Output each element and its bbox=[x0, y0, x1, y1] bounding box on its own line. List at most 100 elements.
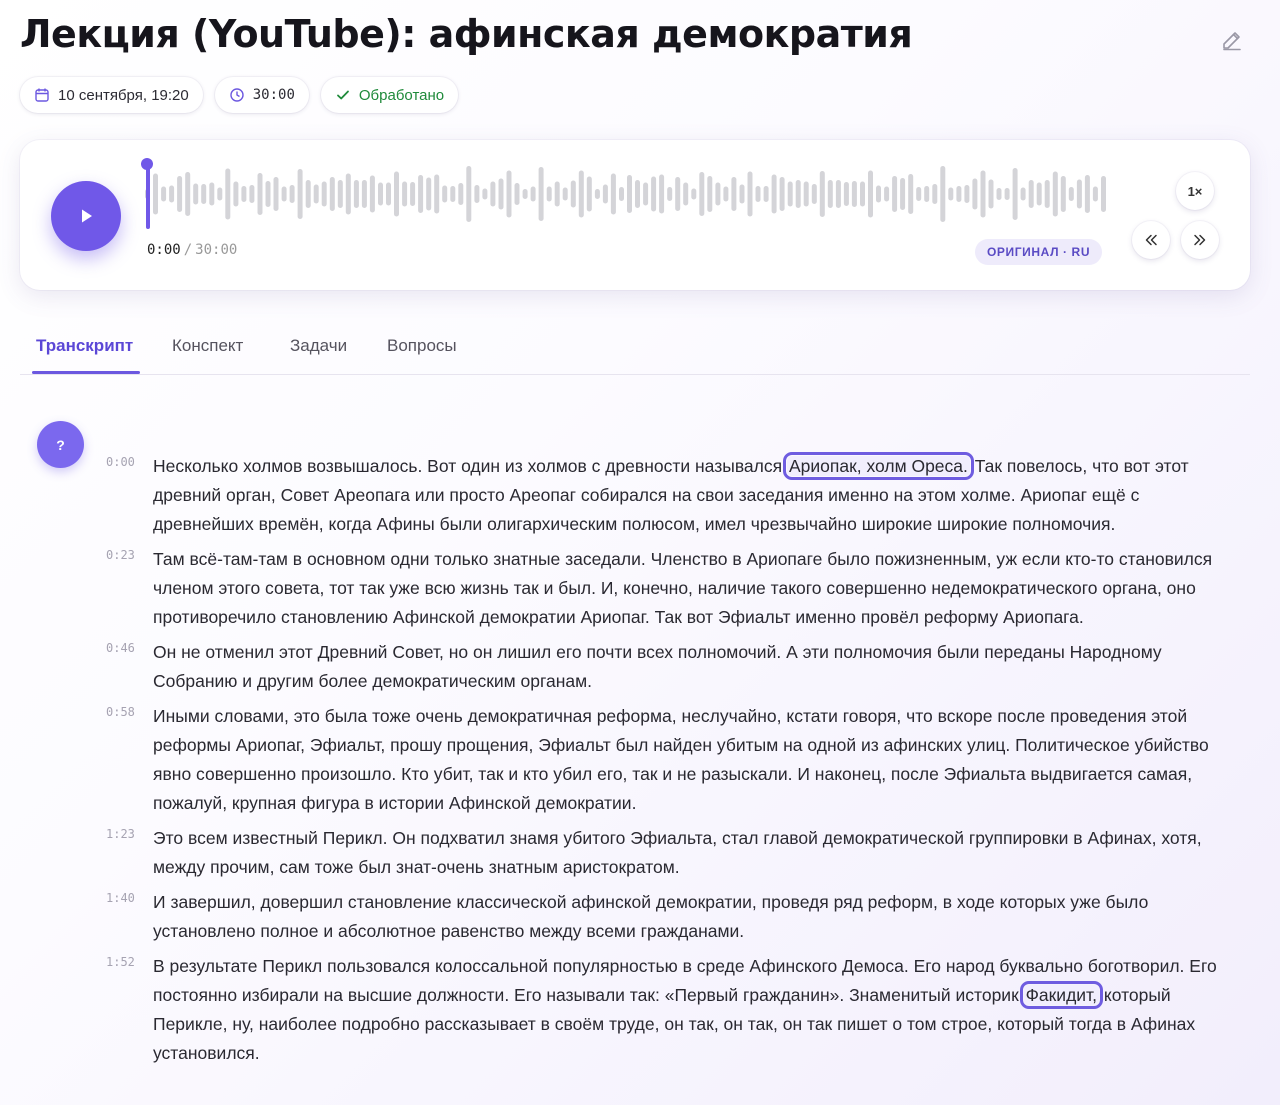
waveform-bar bbox=[474, 185, 480, 203]
current-time: 0:00 bbox=[147, 242, 181, 258]
tab-summary[interactable]: Конспект bbox=[172, 336, 243, 356]
transcript-segment: 0:46 Он не отменил этот Древний Совет, н… bbox=[0, 638, 1280, 696]
meta-chips: 10 сентября, 19:20 30:00 Обработано bbox=[20, 77, 459, 113]
highlighted-term[interactable]: Факидит, bbox=[1019, 981, 1104, 1009]
waveform-bar bbox=[361, 180, 367, 208]
segment-timestamp[interactable]: 1:52 bbox=[106, 955, 135, 969]
transcript-segment: 0:23 Там всё-там-там в основном одни тол… bbox=[0, 545, 1280, 632]
transcript-segment: 1:52 В результате Перикл пользовался кол… bbox=[0, 952, 1280, 1068]
status-label: Обработано bbox=[358, 86, 445, 104]
duration-label: 30:00 bbox=[252, 87, 295, 103]
rewind-button[interactable] bbox=[1132, 221, 1170, 259]
date-chip: 10 сентября, 19:20 bbox=[20, 77, 203, 113]
waveform-bar bbox=[442, 185, 448, 203]
waveform-bar bbox=[193, 183, 199, 205]
waveform-bar bbox=[241, 186, 247, 202]
segment-timestamp[interactable]: 0:23 bbox=[106, 548, 135, 562]
waveform-bar bbox=[297, 169, 303, 219]
transcript-segment: 0:00 Несколько холмов возвышалось. Вот о… bbox=[0, 452, 1280, 539]
waveform-bar bbox=[771, 174, 777, 214]
waveform-bar bbox=[586, 176, 592, 212]
duration-chip: 30:00 bbox=[214, 77, 309, 113]
waveform-bar bbox=[619, 187, 624, 201]
waveform-bar bbox=[1052, 171, 1058, 217]
segment-text: Это всем известный Перикл. Он подхватил … bbox=[153, 828, 1202, 877]
tab-questions[interactable]: Вопросы bbox=[387, 336, 457, 356]
waveform-bar bbox=[739, 184, 745, 204]
waveform-bar bbox=[353, 180, 359, 208]
segment-timestamp[interactable]: 0:46 bbox=[106, 641, 135, 655]
waveform-bar bbox=[811, 184, 817, 204]
waveform-bar bbox=[707, 176, 713, 212]
playhead-handle[interactable] bbox=[141, 158, 153, 170]
waveform-bar bbox=[683, 182, 689, 206]
waveform-bar bbox=[1020, 187, 1026, 201]
waveform-bar bbox=[1068, 187, 1074, 201]
transcript-segment: 1:23 Это всем известный Перикл. Он подхв… bbox=[0, 824, 1280, 882]
segment-timestamp[interactable]: 1:23 bbox=[106, 827, 135, 841]
waveform-bar bbox=[418, 175, 424, 213]
waveform-bar bbox=[876, 185, 881, 203]
segment-text: Несколько холмов возвышалось. Вот один и… bbox=[153, 452, 1240, 539]
waveform-bar bbox=[185, 172, 191, 216]
waveform-bar bbox=[578, 170, 584, 218]
waveform-bar bbox=[892, 176, 898, 212]
waveform-bar bbox=[675, 177, 681, 211]
waveform-bar bbox=[369, 175, 375, 213]
waveform-bar bbox=[1012, 168, 1018, 220]
waveform-bar bbox=[651, 176, 657, 212]
waveform-bar bbox=[699, 172, 705, 216]
waveform-bar bbox=[610, 173, 616, 215]
waveform-bar bbox=[827, 180, 833, 208]
speed-button[interactable]: 1× bbox=[1176, 172, 1214, 210]
chevrons-right-icon bbox=[1194, 234, 1206, 246]
waveform-bar bbox=[932, 184, 938, 204]
waveform-bar bbox=[281, 186, 287, 202]
waveform-bar bbox=[715, 182, 721, 206]
waveform-bar bbox=[843, 182, 849, 206]
waveform-bar bbox=[1101, 176, 1106, 212]
waveform-bar bbox=[868, 170, 873, 218]
waveform-bar bbox=[835, 180, 841, 208]
waveform[interactable] bbox=[144, 156, 1108, 232]
language-badge[interactable]: ОРИГИНАЛ · RU bbox=[975, 239, 1103, 265]
waveform-bar bbox=[1084, 175, 1090, 213]
calendar-icon bbox=[35, 88, 49, 102]
waveform-bar bbox=[787, 181, 793, 207]
tab-tasks[interactable]: Задачи bbox=[290, 336, 347, 356]
waveform-bar bbox=[225, 168, 231, 220]
segment-timestamp[interactable]: 1:40 bbox=[106, 891, 135, 905]
highlighted-term[interactable]: Ариопак, холм Ореса. bbox=[782, 452, 974, 480]
waveform-bar bbox=[723, 186, 729, 202]
waveform-bar bbox=[731, 177, 737, 211]
transcript-segment: 1:40 И завершил, довершил становление кл… bbox=[0, 888, 1280, 946]
page-title: Лекция (YouTube): афинская демократия bbox=[20, 12, 913, 56]
waveform-bar bbox=[602, 184, 608, 204]
date-label: 10 сентября, 19:20 bbox=[58, 86, 189, 104]
waveform-bar bbox=[900, 178, 906, 210]
edit-title-button[interactable] bbox=[1220, 28, 1244, 52]
waveform-bar bbox=[169, 185, 175, 203]
waveform-bar bbox=[691, 188, 697, 200]
waveform-bar bbox=[458, 183, 464, 205]
segment-timestamp[interactable]: 0:00 bbox=[106, 455, 135, 469]
waveform-bar bbox=[570, 180, 576, 208]
waveform-bar bbox=[386, 182, 391, 206]
waveform-bar bbox=[643, 182, 649, 206]
waveform-bar bbox=[1036, 182, 1042, 206]
play-button[interactable] bbox=[51, 181, 121, 251]
waveform-bar bbox=[257, 173, 263, 215]
waveform-bar bbox=[329, 177, 335, 211]
waveform-bar bbox=[514, 183, 520, 205]
pencil-icon bbox=[1223, 32, 1241, 51]
forward-button[interactable] bbox=[1181, 221, 1219, 259]
waveform-bar bbox=[209, 182, 215, 206]
waveform-bar bbox=[490, 181, 496, 207]
tab-transcript[interactable]: Транскрипт bbox=[36, 336, 133, 356]
waveform-bar bbox=[538, 167, 544, 221]
playhead[interactable] bbox=[146, 165, 150, 229]
waveform-bar bbox=[1004, 188, 1010, 200]
segment-timestamp[interactable]: 0:58 bbox=[106, 705, 135, 719]
transcript-segment: 0:58 Иными словами, это была тоже очень … bbox=[0, 702, 1280, 818]
time-readout: 0:00/30:00 bbox=[147, 242, 237, 258]
